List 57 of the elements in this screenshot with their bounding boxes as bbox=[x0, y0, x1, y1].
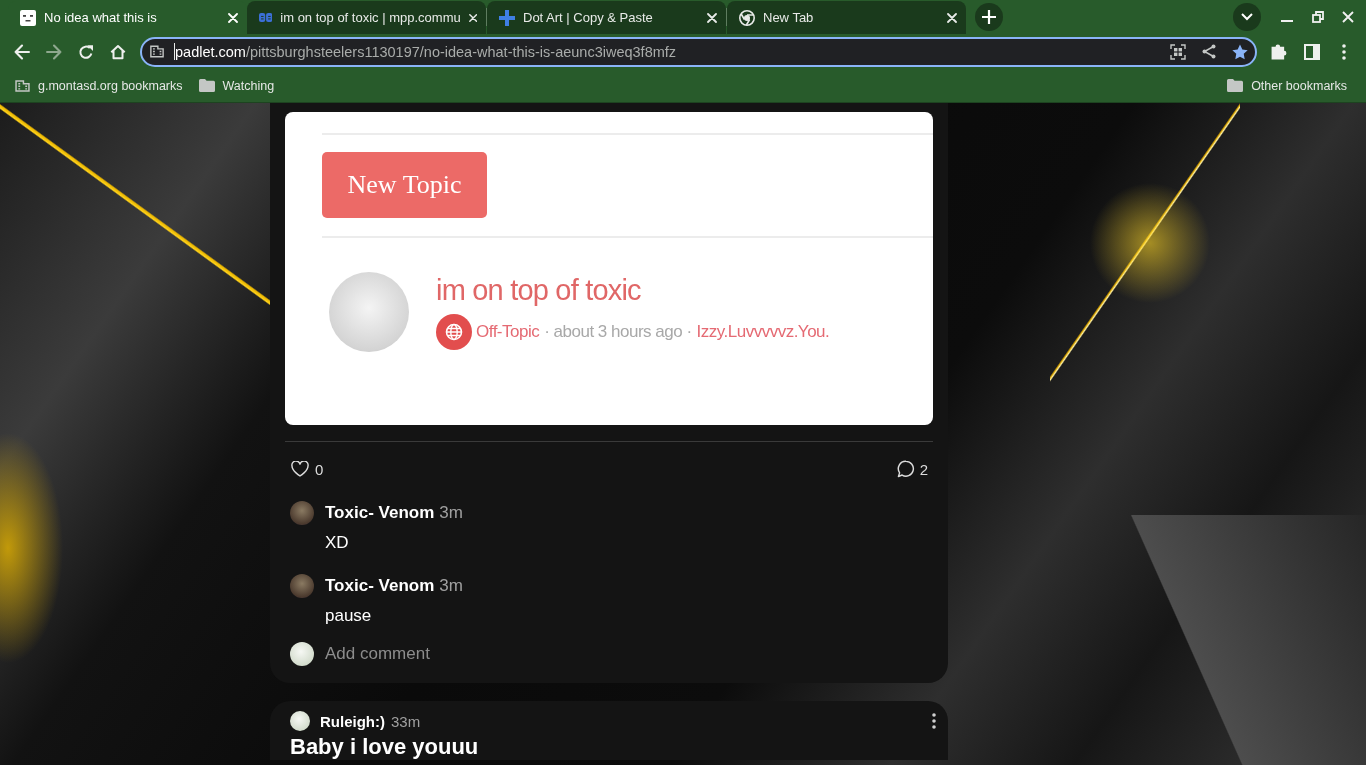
close-icon[interactable] bbox=[468, 12, 477, 23]
comment-author: Toxic- Venom bbox=[325, 575, 435, 597]
share-icon[interactable] bbox=[1202, 44, 1216, 59]
home-icon[interactable] bbox=[110, 43, 126, 60]
new-tab-button[interactable] bbox=[975, 3, 1003, 31]
browser-tab[interactable]: New Tab bbox=[727, 1, 966, 34]
caret-icon bbox=[1241, 13, 1253, 21]
back-icon[interactable] bbox=[14, 43, 30, 60]
building-icon bbox=[150, 45, 164, 58]
bookmark-item[interactable]: Watching bbox=[190, 72, 283, 99]
grid-icon[interactable] bbox=[1170, 43, 1186, 60]
user-avatar bbox=[290, 642, 314, 666]
cross-icon bbox=[499, 9, 515, 26]
bookmark-item[interactable]: g.montasd.org bookmarks bbox=[7, 72, 191, 99]
author-name: Izzy.Luvvvvvz.You. bbox=[696, 322, 830, 342]
puzzle-icon[interactable] bbox=[1271, 43, 1287, 60]
like-count: 0 bbox=[315, 460, 324, 478]
face-tile-icon bbox=[20, 9, 36, 26]
category-label: Off-Topic bbox=[476, 322, 540, 342]
comment-text: XD bbox=[325, 532, 349, 554]
user-avatar bbox=[290, 711, 310, 731]
comment-text: pause bbox=[325, 605, 372, 627]
reload-icon[interactable] bbox=[78, 43, 94, 60]
comment-count: 2 bbox=[919, 460, 928, 478]
browser-tab[interactable]: im on top of toxic | mpp.commu bbox=[247, 1, 486, 34]
post-title: Baby i love youuu bbox=[290, 735, 479, 759]
post-author: Ruleigh:) bbox=[320, 712, 385, 730]
globe-icon bbox=[436, 314, 472, 350]
restore-icon[interactable] bbox=[1312, 11, 1324, 23]
tab-search-button[interactable] bbox=[1233, 3, 1261, 31]
comment-field[interactable]: Add comment bbox=[325, 642, 525, 666]
more-icon[interactable] bbox=[932, 713, 936, 729]
folder-icon bbox=[1227, 79, 1244, 92]
close-icon[interactable] bbox=[1342, 11, 1354, 23]
browser-tab[interactable]: Dot Art | Copy & Paste bbox=[487, 1, 726, 34]
close-icon[interactable] bbox=[707, 12, 717, 23]
close-icon[interactable] bbox=[947, 12, 957, 23]
user-avatar bbox=[290, 574, 314, 598]
side-panel-icon[interactable] bbox=[1304, 43, 1320, 60]
comment-author: Toxic- Venom bbox=[325, 502, 435, 524]
folder-icon bbox=[198, 79, 215, 92]
topic-meta: · about 3 hours ago · bbox=[544, 322, 692, 342]
building-icon bbox=[15, 79, 30, 92]
blocks-icon bbox=[259, 12, 273, 23]
topic-title: im on top of toxic bbox=[436, 273, 641, 308]
comment-time: 3m bbox=[439, 502, 463, 524]
bookmark-item[interactable]: Other bookmarks bbox=[1219, 72, 1355, 99]
more-icon[interactable] bbox=[1342, 43, 1346, 60]
post-time: 33m bbox=[391, 712, 421, 730]
comment-time: 3m bbox=[439, 575, 463, 597]
address-field[interactable]: padlet.com/pittsburghsteelers1130197/no-idea-what-this-is-aeunc3iweq3f8mfz bbox=[140, 36, 1257, 67]
heart-icon[interactable] bbox=[291, 461, 309, 477]
circle-logo-icon bbox=[739, 9, 755, 26]
plus-icon bbox=[982, 10, 996, 24]
comment-icon[interactable] bbox=[896, 460, 915, 478]
star-icon[interactable] bbox=[1232, 43, 1248, 60]
user-avatar bbox=[290, 501, 314, 525]
